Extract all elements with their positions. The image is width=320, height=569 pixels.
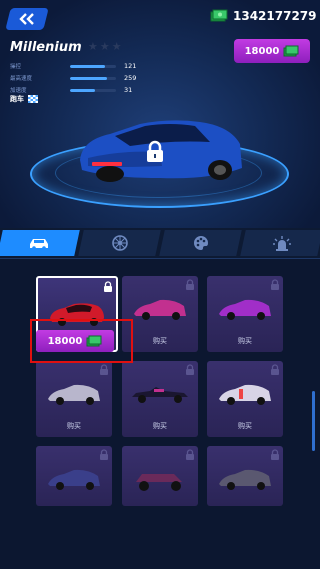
stat-handling: 操控 121 [10,61,136,71]
cash-icon [283,45,299,57]
lock-icon [271,364,279,375]
wheel-icon [111,235,128,251]
currency-display: 1342177279 [210,9,317,23]
lock-icon [104,281,112,292]
stat-value: 259 [124,74,137,82]
stat-value: 31 [124,86,133,94]
stat-label: 操控 [10,64,22,70]
lock-icon [186,279,194,290]
star-rating: ★ ★ ★ [88,41,122,52]
car-type: 跑车 [10,94,38,104]
car-card[interactable]: 购买 [122,276,198,352]
car-card[interactable]: 购买 [207,361,283,437]
tab-paint[interactable] [159,230,242,256]
lock-icon [100,364,108,375]
stat-top-speed: 最高速度 259 [10,73,136,83]
lock-icon [100,449,108,460]
lock-icon [186,449,194,460]
stat-bar [70,88,116,92]
lock-icon [147,140,163,162]
silver-car-image [48,384,100,405]
tab-wheels[interactable] [78,230,161,256]
buy-label: 购买 [238,337,252,345]
stat-label: 最高速度 [10,76,33,82]
stat-label: 加速度 [10,88,27,94]
tab-lights[interactable] [240,230,320,256]
back-button[interactable] [5,8,49,30]
car-showcase: 1342177279 Millenium ★ ★ ★ 操控 121 最高速度 2… [0,0,320,228]
category-tabs [0,228,320,258]
white-race-car-image [219,384,271,405]
car-card[interactable] [207,446,283,506]
car-grid: 购买 购买 购买 购买 购买 [0,258,320,569]
car-card[interactable] [36,446,112,506]
buy-price-button[interactable]: 18000 [234,39,310,63]
lock-icon [271,279,279,290]
tab-cars[interactable] [0,230,80,256]
currency-amount: 1342177279 [233,9,317,23]
buggy-car-image [136,474,182,491]
stat-value: 121 [124,62,137,70]
buy-label: 购买 [153,337,167,345]
star-icon: ★ [99,40,110,53]
lock-icon [186,364,194,375]
grey-supercar-image [219,469,271,490]
car-icon [29,239,48,250]
car-card[interactable]: 购买 [122,361,198,437]
blue-car-image [48,469,100,490]
checkered-flag-icon [28,95,38,103]
car-card[interactable] [122,446,198,506]
cash-icon [210,9,228,22]
double-chevron-left-icon [19,13,34,25]
buy-label: 购买 [67,422,81,430]
purple-sports-car-image [219,299,271,320]
scrollbar[interactable] [312,391,315,451]
buy-label: 购买 [153,422,167,430]
car-card[interactable]: 购买 [207,276,283,352]
star-icon: ★ [88,40,98,53]
star-icon: ★ [111,40,122,53]
formula-car-image [132,387,188,403]
lock-icon [271,449,279,460]
buy-label: 购买 [238,422,252,430]
magenta-sports-car-image [134,299,186,320]
stat-bar [70,64,116,68]
car-type-label: 跑车 [10,95,24,103]
price-label: 18000 [244,45,280,57]
car-card[interactable]: 购买 [36,361,112,437]
stat-bar [70,76,116,80]
highlight-box [30,319,133,363]
lights-icon [272,236,291,251]
car-name: Millenium [10,40,82,55]
paint-palette-icon [193,236,208,250]
